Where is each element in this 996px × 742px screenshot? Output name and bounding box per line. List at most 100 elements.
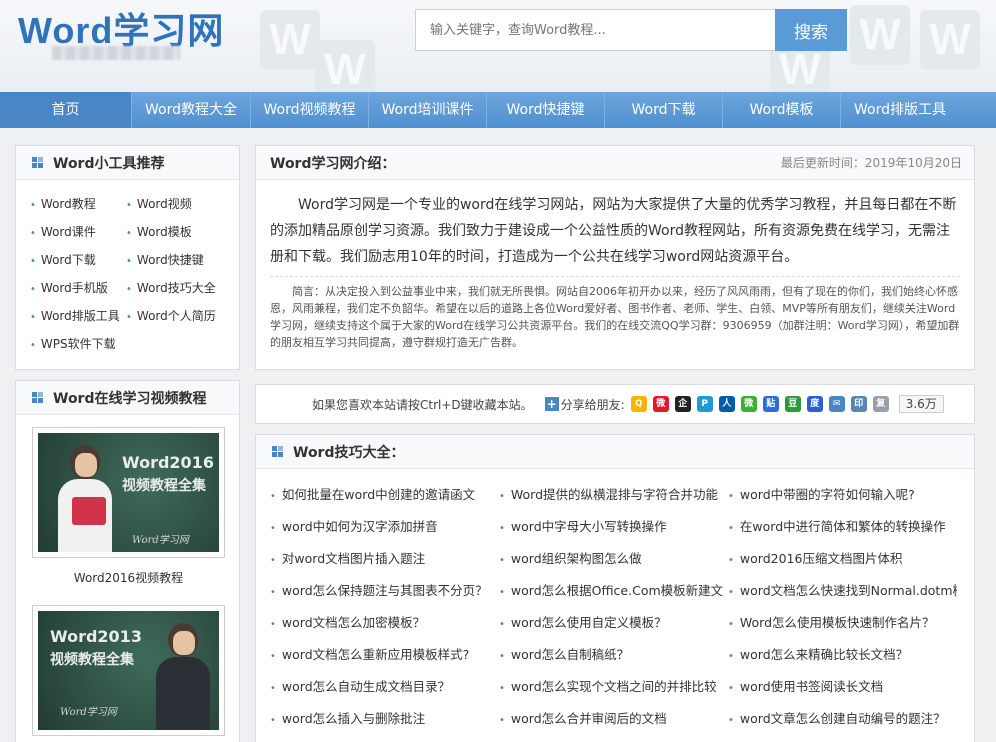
nav-shortcuts[interactable]: Word快捷键 [487, 92, 605, 128]
tip-link[interactable]: word文档怎么快速找到Normal.dotm模 [728, 575, 957, 607]
videos-title: Word在线学习视频教程 [53, 390, 207, 407]
tool-link[interactable]: WPS软件下载 [30, 330, 126, 358]
main-nav: 首页 Word教程大全 Word视频教程 Word培训课件 Word快捷键 Wo… [0, 92, 996, 128]
tip-link[interactable]: word怎么合并审阅后的文档 [499, 703, 728, 735]
share-label[interactable]: 分享给朋友: [561, 396, 625, 413]
nav-spacer [959, 92, 996, 128]
tip-link[interactable]: 对word文档图片插入题注 [270, 543, 499, 575]
tqq-icon[interactable]: P [696, 396, 713, 412]
tip-link[interactable]: word中字母大小写转换操作 [499, 511, 728, 543]
share-plus-icon[interactable]: + [544, 397, 559, 411]
nav-tutorials[interactable]: Word教程大全 [132, 92, 251, 128]
tool-link[interactable]: Word视频 [126, 190, 222, 218]
nav-home[interactable]: 首页 [0, 92, 132, 128]
word-watermark-icon: W [850, 5, 910, 65]
word-watermark-icon: W [260, 10, 320, 70]
tip-link[interactable]: word怎么保持题注与其图表不分页？ [270, 575, 499, 607]
tool-link[interactable]: Word手机版 [30, 274, 126, 302]
qq-icon[interactable]: 企 [674, 396, 691, 412]
site-slogan-blurred [52, 46, 180, 60]
douban-icon[interactable]: 豆 [784, 396, 801, 412]
tool-link[interactable]: Word下载 [30, 246, 126, 274]
tool-link[interactable]: Word快捷键 [126, 246, 222, 274]
share-count: 3.6万 [898, 395, 944, 413]
intro-title: Word学习网介绍： [270, 155, 396, 172]
nav-courseware[interactable]: Word培训课件 [369, 92, 487, 128]
tip-link[interactable]: word怎么使用自定义模板？ [499, 607, 728, 639]
grid-icon [32, 392, 43, 403]
tip-link[interactable]: 在word中进行简体和繁体的转换操作 [728, 511, 957, 543]
tool-link[interactable]: Word个人简历 [126, 302, 222, 330]
tips-panel: Word技巧大全： 如何批量在word中创建的邀请函文Word提供的纵横混排与字… [255, 434, 975, 742]
share-row: 如果您喜欢本站请按Ctrl+D键收藏本站。 + 分享给朋友: Q微企P人微贴豆度… [256, 385, 974, 423]
video-thumbnail: Word2016 视频教程全集 Word学习网 [38, 433, 219, 552]
renren-icon[interactable]: 人 [718, 396, 735, 412]
tip-link[interactable]: word文章怎么创建自动编号的题注？ [728, 703, 957, 735]
tool-link[interactable]: Word排版工具 [30, 302, 126, 330]
baidu-icon[interactable]: 度 [806, 396, 823, 412]
tool-link[interactable]: Word教程 [30, 190, 126, 218]
intro-note: 简言：从决定投入到公益事业中来，我们就无所畏惧。网站自2006年初开办以来，经历… [270, 276, 960, 351]
videos-panel-header: Word在线学习视频教程 [16, 381, 239, 415]
mail-icon[interactable]: ✉ [828, 396, 845, 412]
tip-link[interactable]: word中带圈的字符如何输入呢? [728, 479, 957, 511]
tip-link[interactable]: word文档怎么重新应用模板样式? [270, 639, 499, 671]
tip-link[interactable]: word怎么实现个文档之间的并排比较 [499, 671, 728, 703]
videos-panel: Word在线学习视频教程 Word2016 视频教程全集 Word学习网 Wor… [15, 380, 240, 742]
copy-icon[interactable]: 复 [872, 396, 889, 412]
tools-panel: Word小工具推荐 Word教程 Word视频 Word课件 Word模板 Wo… [15, 145, 240, 370]
word-watermark-icon: W [920, 10, 980, 70]
tip-link[interactable]: word组织架构图怎么做 [499, 543, 728, 575]
video-title-line1: Word2016 [122, 453, 214, 472]
video-signature: Word学习网 [60, 707, 117, 718]
tools-list: Word教程 Word视频 Word课件 Word模板 Word下载 Word快… [16, 180, 239, 358]
weibo-icon[interactable]: 微 [652, 396, 669, 412]
tip-link[interactable]: word怎么根据Office.Com模板新建文 [499, 575, 728, 607]
video-title-line2: 视频教程全集 [122, 478, 206, 494]
bookmark-hint: 如果您喜欢本站请按Ctrl+D键收藏本站。 [312, 397, 533, 412]
tool-link[interactable]: Word模板 [126, 218, 222, 246]
tool-link[interactable]: Word课件 [30, 218, 126, 246]
nav-templates[interactable]: Word模板 [723, 92, 841, 128]
tip-link[interactable]: Word提供的纵横混排与字符合并功能 [499, 479, 728, 511]
tool-link[interactable]: Word技巧大全 [126, 274, 222, 302]
video-card-2013[interactable]: Word2013 视频教程全集 Word学习网 [32, 605, 225, 736]
wechat-icon[interactable]: 微 [740, 396, 757, 412]
print-icon[interactable]: 印 [850, 396, 867, 412]
tip-link[interactable]: word怎么来精确比较长文档？ [728, 639, 957, 671]
tip-link[interactable]: word文档怎么加密模板？ [270, 607, 499, 639]
grid-icon [272, 446, 283, 457]
site-logo[interactable]: Word学习网 [18, 2, 224, 51]
share-icons: Q 微企 P 人微贴豆度 ✉ 印复 [625, 396, 889, 412]
intro-text: Word学习网是一个专业的word在线学习网站，网站为大家提供了大量的优秀学习教… [270, 197, 957, 265]
teacher-figure [148, 617, 218, 730]
tip-link[interactable]: 如何批量在word中创建的邀请函文 [270, 479, 499, 511]
tieba-icon[interactable]: 贴 [762, 396, 779, 412]
tip-link[interactable]: word2016压缩文档图片体积 [728, 543, 957, 575]
video-caption[interactable]: Word2016视频教程 [16, 569, 241, 586]
tips-panel-header: Word技巧大全： [256, 435, 974, 469]
nav-videos[interactable]: Word视频教程 [251, 92, 369, 128]
nav-downloads[interactable]: Word下载 [605, 92, 723, 128]
tools-title: Word小工具推荐 [53, 155, 165, 172]
qzone-icon[interactable]: Q [630, 396, 647, 412]
word-watermark-icon: W [315, 40, 375, 92]
tip-link[interactable]: word怎么自制稿纸？ [499, 639, 728, 671]
tip-link[interactable]: word怎么插入与删除批注 [270, 703, 499, 735]
video-signature: Word学习网 [132, 535, 189, 546]
tip-link[interactable]: word怎么自动生成文档目录？ [270, 671, 499, 703]
tips-list: 如何批量在word中创建的邀请函文Word提供的纵横混排与字符合并功能word中… [256, 469, 974, 735]
grid-icon [32, 157, 43, 168]
intro-panel-header: Word学习网介绍： 最后更新时间：2019年10月20日 [256, 146, 974, 180]
nav-layout-tools[interactable]: Word排版工具 [841, 92, 959, 128]
tip-link[interactable]: Word怎么使用模板快速制作名片？ [728, 607, 957, 639]
video-card-2016[interactable]: Word2016 视频教程全集 Word学习网 [32, 427, 225, 558]
tip-link[interactable]: word中如何为汉字添加拼音 [270, 511, 499, 543]
tools-panel-header: Word小工具推荐 [16, 146, 239, 180]
share-bar: 如果您喜欢本站请按Ctrl+D键收藏本站。 + 分享给朋友: Q微企P人微贴豆度… [255, 384, 975, 424]
video-title-line2: 视频教程全集 [50, 652, 134, 668]
video-thumbnail: Word2013 视频教程全集 Word学习网 [38, 611, 219, 730]
search-input[interactable] [415, 9, 777, 51]
search-button[interactable]: 搜索 [775, 9, 847, 51]
tip-link[interactable]: word使用书签阅读长文档 [728, 671, 957, 703]
